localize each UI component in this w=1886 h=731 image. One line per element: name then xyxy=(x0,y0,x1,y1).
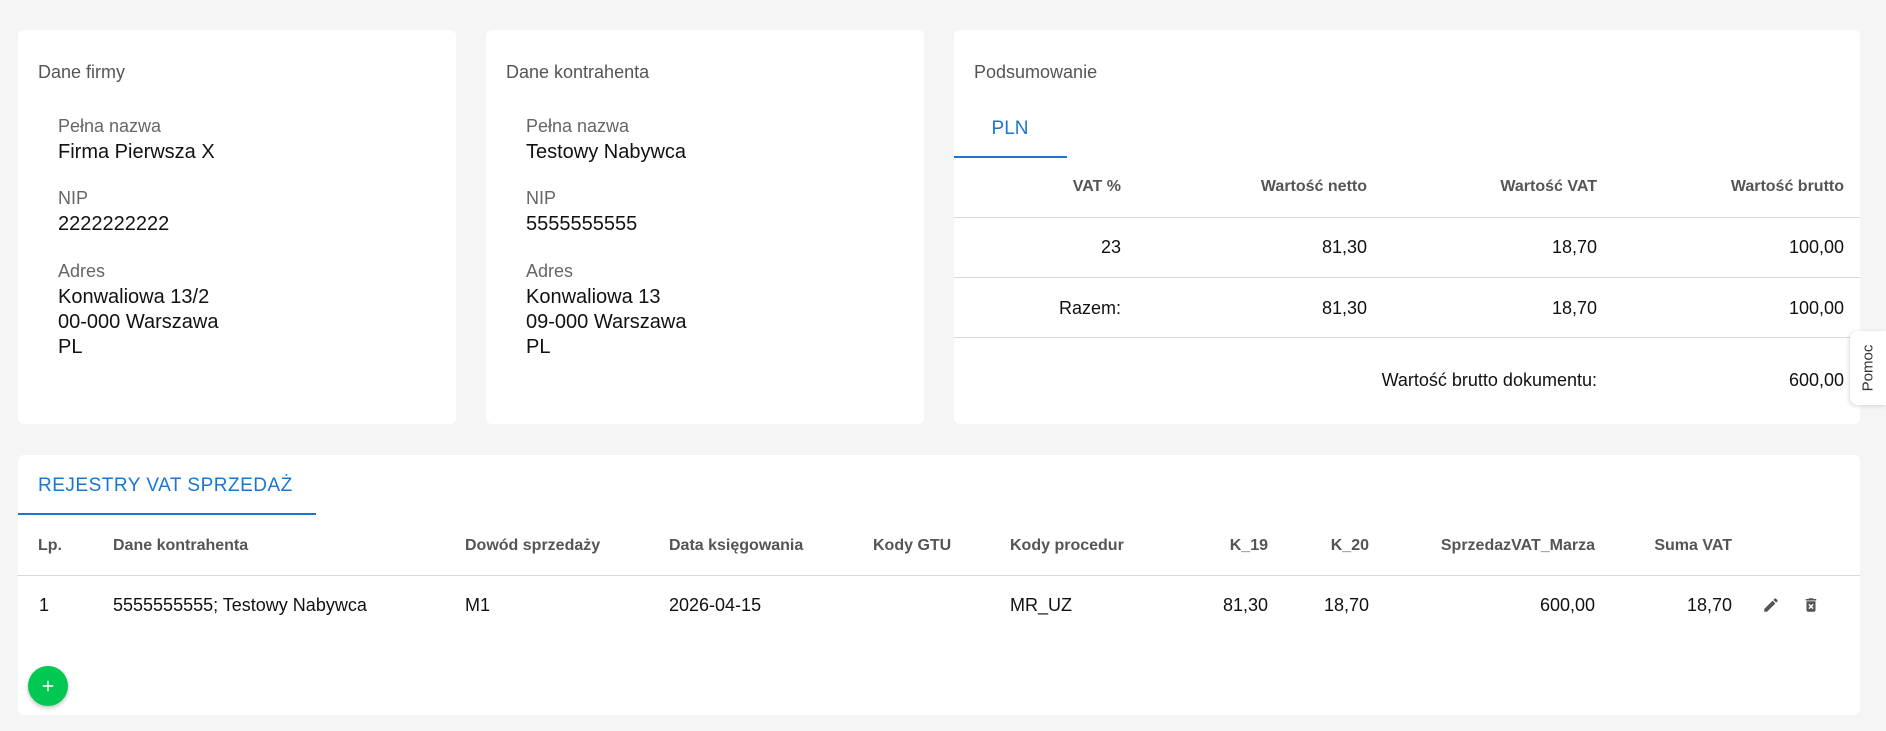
tab-pln[interactable]: PLN xyxy=(954,118,1066,140)
contractor-nip-field: NIP 5555555555 xyxy=(526,186,637,237)
help-side-tab[interactable]: Pomoc xyxy=(1850,331,1886,405)
contractor-address-label: Adres xyxy=(526,261,574,281)
company-name-label: Pełna nazwa xyxy=(58,116,162,136)
summary-header-brutto: Wartość brutto xyxy=(1730,178,1844,195)
help-label: Pomoc xyxy=(1859,344,1877,392)
edit-button[interactable] xyxy=(1758,592,1784,618)
col-header-date: Data księgowania xyxy=(669,537,804,554)
pencil-icon xyxy=(1764,598,1778,612)
company-card: Dane firmy Pełna nazwa Firma Pierwsza X … xyxy=(18,30,456,424)
summary-total-label: Razem: xyxy=(1058,298,1121,318)
col-header-gtu: Kody GTU xyxy=(873,537,952,554)
contractor-address-line2: 09-000 Warszawa xyxy=(526,311,687,333)
contractor-nip-label: NIP xyxy=(526,188,557,208)
summary-card: Podsumowanie PLN VAT % Wartość netto War… xyxy=(954,30,1860,424)
company-address-field: Adres Konwaliowa 13/2 00-000 Warszawa PL xyxy=(58,259,218,360)
col-header-procedures: Kody procedur xyxy=(1010,537,1124,554)
row-lp: 1 xyxy=(39,595,50,615)
summary-header-divider xyxy=(954,217,1860,218)
registers-card: REJESTRY VAT SPRZEDAŻ Lp. Dane kontrahen… xyxy=(18,455,1860,715)
contractor-name-label: Pełna nazwa xyxy=(526,116,630,136)
summary-header-vat: VAT % xyxy=(1072,178,1121,195)
company-name-field: Pełna nazwa Firma Pierwsza X xyxy=(58,114,215,165)
company-card-title: Dane firmy xyxy=(38,62,126,82)
col-header-lp: Lp. xyxy=(38,537,62,554)
summary-row1-divider xyxy=(954,277,1860,278)
col-header-suma-vat: Suma VAT xyxy=(1654,537,1732,554)
row-suma-vat: 18,70 xyxy=(1686,595,1732,615)
company-address-line3: PL xyxy=(58,336,83,358)
company-address-line2: 00-000 Warszawa xyxy=(58,311,219,333)
company-nip-value: 2222222222 xyxy=(58,213,170,235)
plus-icon xyxy=(42,680,54,692)
contractor-address-field: Adres Konwaliowa 13 09-000 Warszawa PL xyxy=(526,259,686,360)
summary-total-netto: 81,30 xyxy=(1321,298,1367,318)
contractor-nip-value: 5555555555 xyxy=(526,213,638,235)
summary-card-title: Podsumowanie xyxy=(974,62,1098,82)
col-header-k19: K_19 xyxy=(1229,537,1268,554)
tab-rejestry-indicator xyxy=(18,513,316,515)
tab-pln-indicator xyxy=(954,156,1067,158)
registers-header-divider xyxy=(18,575,1860,576)
summary-row1-vat: 23 xyxy=(1100,237,1121,257)
company-address-label: Adres xyxy=(58,261,106,281)
row-marza: 600,00 xyxy=(1539,595,1595,615)
row-contractor: 5555555555; Testowy Nabywca xyxy=(113,595,367,615)
summary-total-vat-value: 18,70 xyxy=(1551,298,1597,318)
delete-button[interactable] xyxy=(1798,592,1824,618)
company-address-line1: Konwaliowa 13/2 xyxy=(58,286,210,308)
contractor-card-title: Dane kontrahenta xyxy=(506,62,650,82)
row-date: 2026-04-15 xyxy=(669,595,762,615)
add-button[interactable] xyxy=(28,666,68,706)
contractor-address-line3: PL xyxy=(526,336,551,358)
col-header-contractor: Dane kontrahenta xyxy=(113,537,249,554)
contractor-name-value: Testowy Nabywca xyxy=(526,141,687,163)
summary-total-divider xyxy=(954,337,1860,338)
summary-row1-vat-value: 18,70 xyxy=(1551,237,1597,257)
row-k19: 81,30 xyxy=(1222,595,1268,615)
doc-brutto-value: 600,00 xyxy=(1788,370,1844,390)
row-k20: 18,70 xyxy=(1323,595,1369,615)
summary-row1-netto: 81,30 xyxy=(1321,237,1367,257)
company-name-value: Firma Pierwsza X xyxy=(58,141,215,163)
contractor-card: Dane kontrahenta Pełna nazwa Testowy Nab… xyxy=(486,30,924,424)
col-header-k20: K_20 xyxy=(1330,537,1369,554)
col-header-marza: SprzedazVAT_Marza xyxy=(1440,537,1595,554)
row-procedures: MR_UZ xyxy=(1010,595,1072,615)
company-nip-label: NIP xyxy=(58,188,89,208)
trash-icon xyxy=(1805,598,1817,612)
row-proof: M1 xyxy=(465,595,491,615)
contractor-address-line1: Konwaliowa 13 xyxy=(526,286,661,308)
contractor-name-field: Pełna nazwa Testowy Nabywca xyxy=(526,114,686,165)
summary-row1-brutto: 100,00 xyxy=(1788,237,1844,257)
doc-brutto-label: Wartość brutto dokumentu: xyxy=(1381,370,1597,390)
summary-header-netto: Wartość netto xyxy=(1260,178,1367,195)
tab-rejestry-vat-sprzedaz[interactable]: REJESTRY VAT SPRZEDAŻ xyxy=(38,475,293,497)
summary-header-vat-value: Wartość VAT xyxy=(1500,178,1597,195)
col-header-proof: Dowód sprzedaży xyxy=(465,537,601,554)
company-nip-field: NIP 2222222222 xyxy=(58,186,169,237)
summary-total-brutto: 100,00 xyxy=(1788,298,1844,318)
